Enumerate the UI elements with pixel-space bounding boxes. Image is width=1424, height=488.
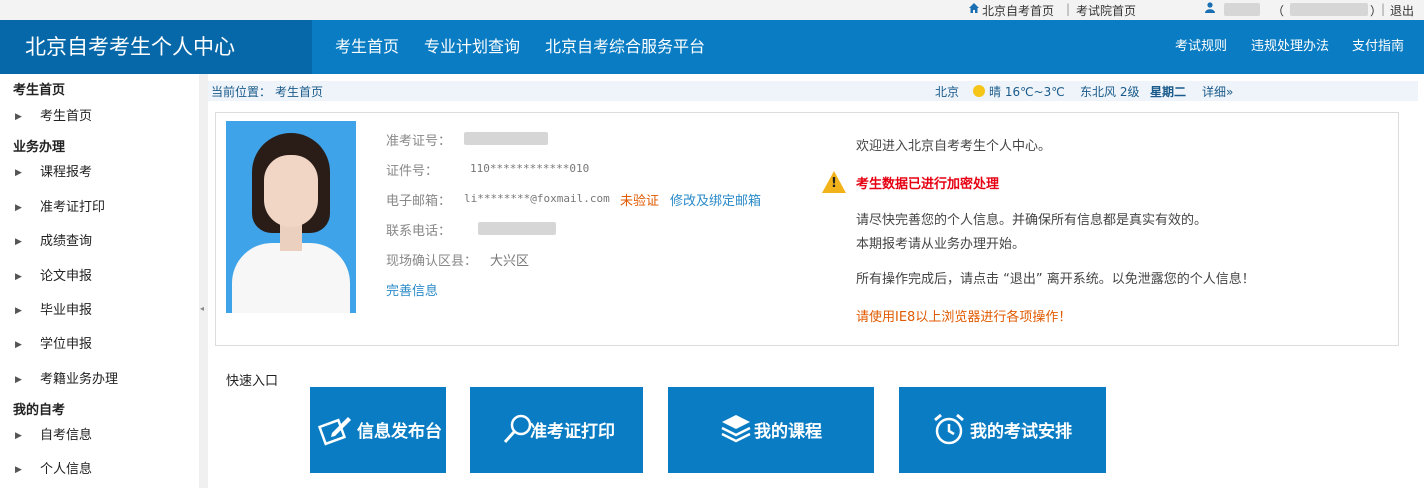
nav-service-platform[interactable]: 北京自考综合服务平台 [545,20,705,74]
email-label: 电子邮箱： [386,194,452,209]
edit-icon [317,411,354,447]
sidebar-collapse-handle[interactable]: ◂ [199,74,208,488]
user-paren-open: （ [1272,4,1285,18]
sun-icon [973,85,985,97]
collapse-arrow-icon: ◂ [200,304,205,313]
caret-right-icon: ▶ [15,465,22,475]
phone-label: 联系电话： [386,224,452,239]
weather-weekday: 星期二 [1150,85,1187,99]
exam-no-label: 准考证号： [386,134,452,149]
sidebar: 考生首页 ▶ 考生首页 业务办理 ▶ 课程报考 ▶ 准考证打印 ▶ 成绩查询 ▶… [0,74,200,488]
sidebar-item-student-home[interactable]: ▶ 考生首页 [0,105,199,129]
layers-icon [718,411,754,447]
beijing-zikao-home-link[interactable]: 北京自考首页 [982,2,1054,19]
exam-institute-home-link[interactable]: 考试院首页 [1076,2,1136,19]
edit-email-link[interactable]: 修改及绑定邮箱 [670,190,761,209]
district-label: 现场确认区县： [386,254,478,269]
nav-student-home[interactable]: 考生首页 [335,20,399,74]
quick-entry-title: 快速入口 [226,374,279,389]
phone-redacted [478,222,556,235]
weather-condition: 晴 16℃~3℃ [989,85,1065,99]
sidebar-item-course-registration[interactable]: ▶ 课程报考 [0,161,199,185]
caret-right-icon: ▶ [15,168,22,178]
encrypted-notice: 考生数据已进行加密处理 [856,177,1000,192]
sidebar-item-score-query[interactable]: ▶ 成绩查询 [0,230,199,254]
sidebar-item-admission-ticket-print[interactable]: ▶ 准考证打印 [0,196,199,220]
caret-right-icon: ▶ [15,272,22,282]
sidebar-item-thesis-application[interactable]: ▶ 论文申报 [0,265,199,289]
my-exam-schedule-button[interactable]: 我的考试安排 [899,387,1106,473]
sidebar-item-enrollment-business[interactable]: ▶ 考籍业务办理 [0,368,199,392]
caret-right-icon: ▶ [15,203,22,213]
sidebar-item-zikao-info[interactable]: ▶ 自考信息 [0,424,199,448]
profile-card: 准考证号： 证件号： 110************010 电子邮箱： li**… [215,112,1399,346]
sidebar-item-graduation-application[interactable]: ▶ 毕业申报 [0,299,199,323]
caret-right-icon: ▶ [15,112,22,122]
id-no-label: 证件号： [386,164,439,179]
site-title: 北京自考考生个人中心 [0,20,312,74]
sidebar-section-title: 业务办理 [13,140,66,155]
logout-link[interactable]: 退出 [1390,2,1414,19]
user-icon [1205,2,1215,16]
weather-wind: 东北风 2级 [1080,85,1140,99]
divider: | [1381,2,1386,16]
warning-icon: ! [822,171,846,193]
email-value: li********@foxmail.com [464,192,610,205]
notice-line-1: 请尽快完善您的个人信息。并确保所有信息都是真实有效的。 [856,213,1208,228]
user-id-redacted [1290,3,1368,16]
caret-right-icon: ▶ [15,340,22,350]
weather-detail-link[interactable]: 详细» [1202,83,1233,100]
sidebar-section-title: 我的自考 [13,403,66,418]
weather-city: 北京 [935,85,960,99]
breadcrumb-current[interactable]: 考生首页 [275,83,323,100]
my-courses-button[interactable]: 我的课程 [668,387,874,473]
top-utility-bar: 北京自考首页 | 考试院首页 （ ） | 退出 [0,0,1424,20]
main-header: 北京自考考生个人中心 考生首页 专业计划查询 北京自考综合服务平台 考试规则 违… [0,20,1424,74]
nav-payment-guide[interactable]: 支付指南 [1352,20,1404,74]
breadcrumb: 当前位置： 考生首页 北京 晴 16℃~3℃ 东北风 2级 星期二 详细» [208,81,1418,101]
welcome-text: 欢迎进入北京自考考生个人中心。 [856,139,1052,154]
nav-exam-rules[interactable]: 考试规则 [1175,20,1227,74]
breadcrumb-label: 当前位置： [211,85,272,99]
notice-line-3: 所有操作完成后，请点击 “退出” 离开系统。以免泄露您的个人信息！ [856,272,1255,287]
sidebar-section-title: 考生首页 [13,83,66,98]
admission-ticket-print-button[interactable]: 准考证打印 [470,387,643,473]
notice-line-2: 本期报考请从业务办理开始。 [856,237,1026,252]
info-board-button[interactable]: 信息发布台 [310,387,446,473]
complete-info-link[interactable]: 完善信息 [386,280,438,299]
sidebar-item-degree-application[interactable]: ▶ 学位申报 [0,333,199,357]
nav-major-plan-query[interactable]: 专业计划查询 [424,20,520,74]
email-status-badge: 未验证 [620,194,660,209]
browser-notice: 请使用IE8以上浏览器进行各项操作！ [856,310,1072,325]
caret-right-icon: ▶ [15,306,22,316]
student-photo [226,121,356,313]
alarm-clock-icon [931,411,967,447]
divider: | [1066,2,1071,16]
home-icon [969,2,979,16]
exam-no-redacted [464,132,548,145]
caret-right-icon: ▶ [15,375,22,385]
caret-right-icon: ▶ [15,237,22,247]
nav-violation-handling[interactable]: 违规处理办法 [1251,20,1329,74]
district-value: 大兴区 [490,254,530,269]
sidebar-item-personal-info[interactable]: ▶ 个人信息 [0,458,199,482]
caret-right-icon: ▶ [15,431,22,441]
id-no-value: 110************010 [470,162,590,175]
username-redacted [1224,3,1260,16]
